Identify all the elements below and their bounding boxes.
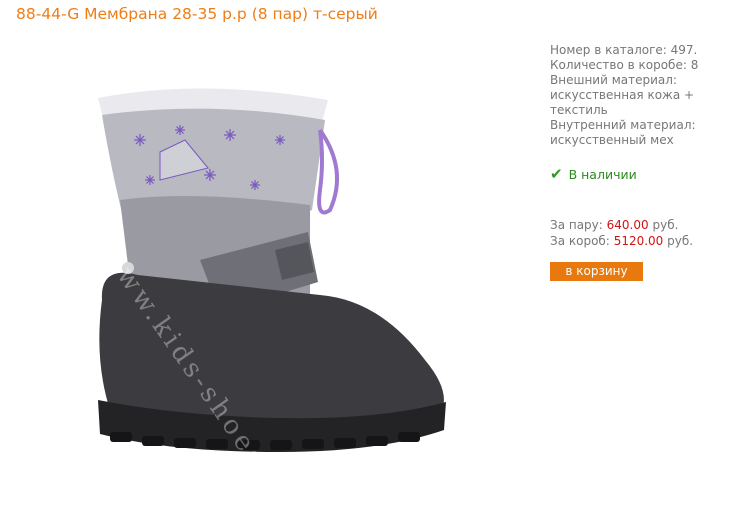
catalog-number: Номер в каталоге: 497. xyxy=(550,43,698,57)
box-price-currency: руб. xyxy=(667,234,694,248)
price-block: За пару: 640.00 руб. За короб: 5120.00 р… xyxy=(550,217,693,249)
product-image[interactable]: www.kids-shoes.ru xyxy=(80,60,460,515)
inner-material-value: искусственный мех xyxy=(550,133,674,147)
check-icon: ✔ xyxy=(550,165,563,183)
outer-material-value-2: текстиль xyxy=(550,103,608,117)
outer-material-label: Внешний материал: xyxy=(550,73,677,87)
inner-material-label: Внутренний материал: xyxy=(550,118,696,132)
pair-price-row: За пару: 640.00 руб. xyxy=(550,217,693,233)
pair-price-currency: руб. xyxy=(652,218,679,232)
box-price-row: За короб: 5120.00 руб. xyxy=(550,233,693,249)
pair-price-label: За пару: xyxy=(550,218,603,232)
product-title: 88-44-G Мембрана 28-35 р.р (8 пар) т-сер… xyxy=(16,5,378,23)
box-price-label: За короб: xyxy=(550,234,610,248)
box-quantity: Количество в коробе: 8 xyxy=(550,58,699,72)
stock-status: ✔ В наличии xyxy=(550,165,637,183)
pair-price-value: 640.00 xyxy=(606,218,649,232)
stock-label: В наличии xyxy=(568,166,637,182)
product-info: Номер в каталоге: 497. Количество в коро… xyxy=(550,43,740,148)
outer-material-value-1: искусственная кожа + xyxy=(550,88,695,102)
box-price-value: 5120.00 xyxy=(613,234,664,248)
add-to-cart-button[interactable]: в корзину xyxy=(550,262,643,281)
